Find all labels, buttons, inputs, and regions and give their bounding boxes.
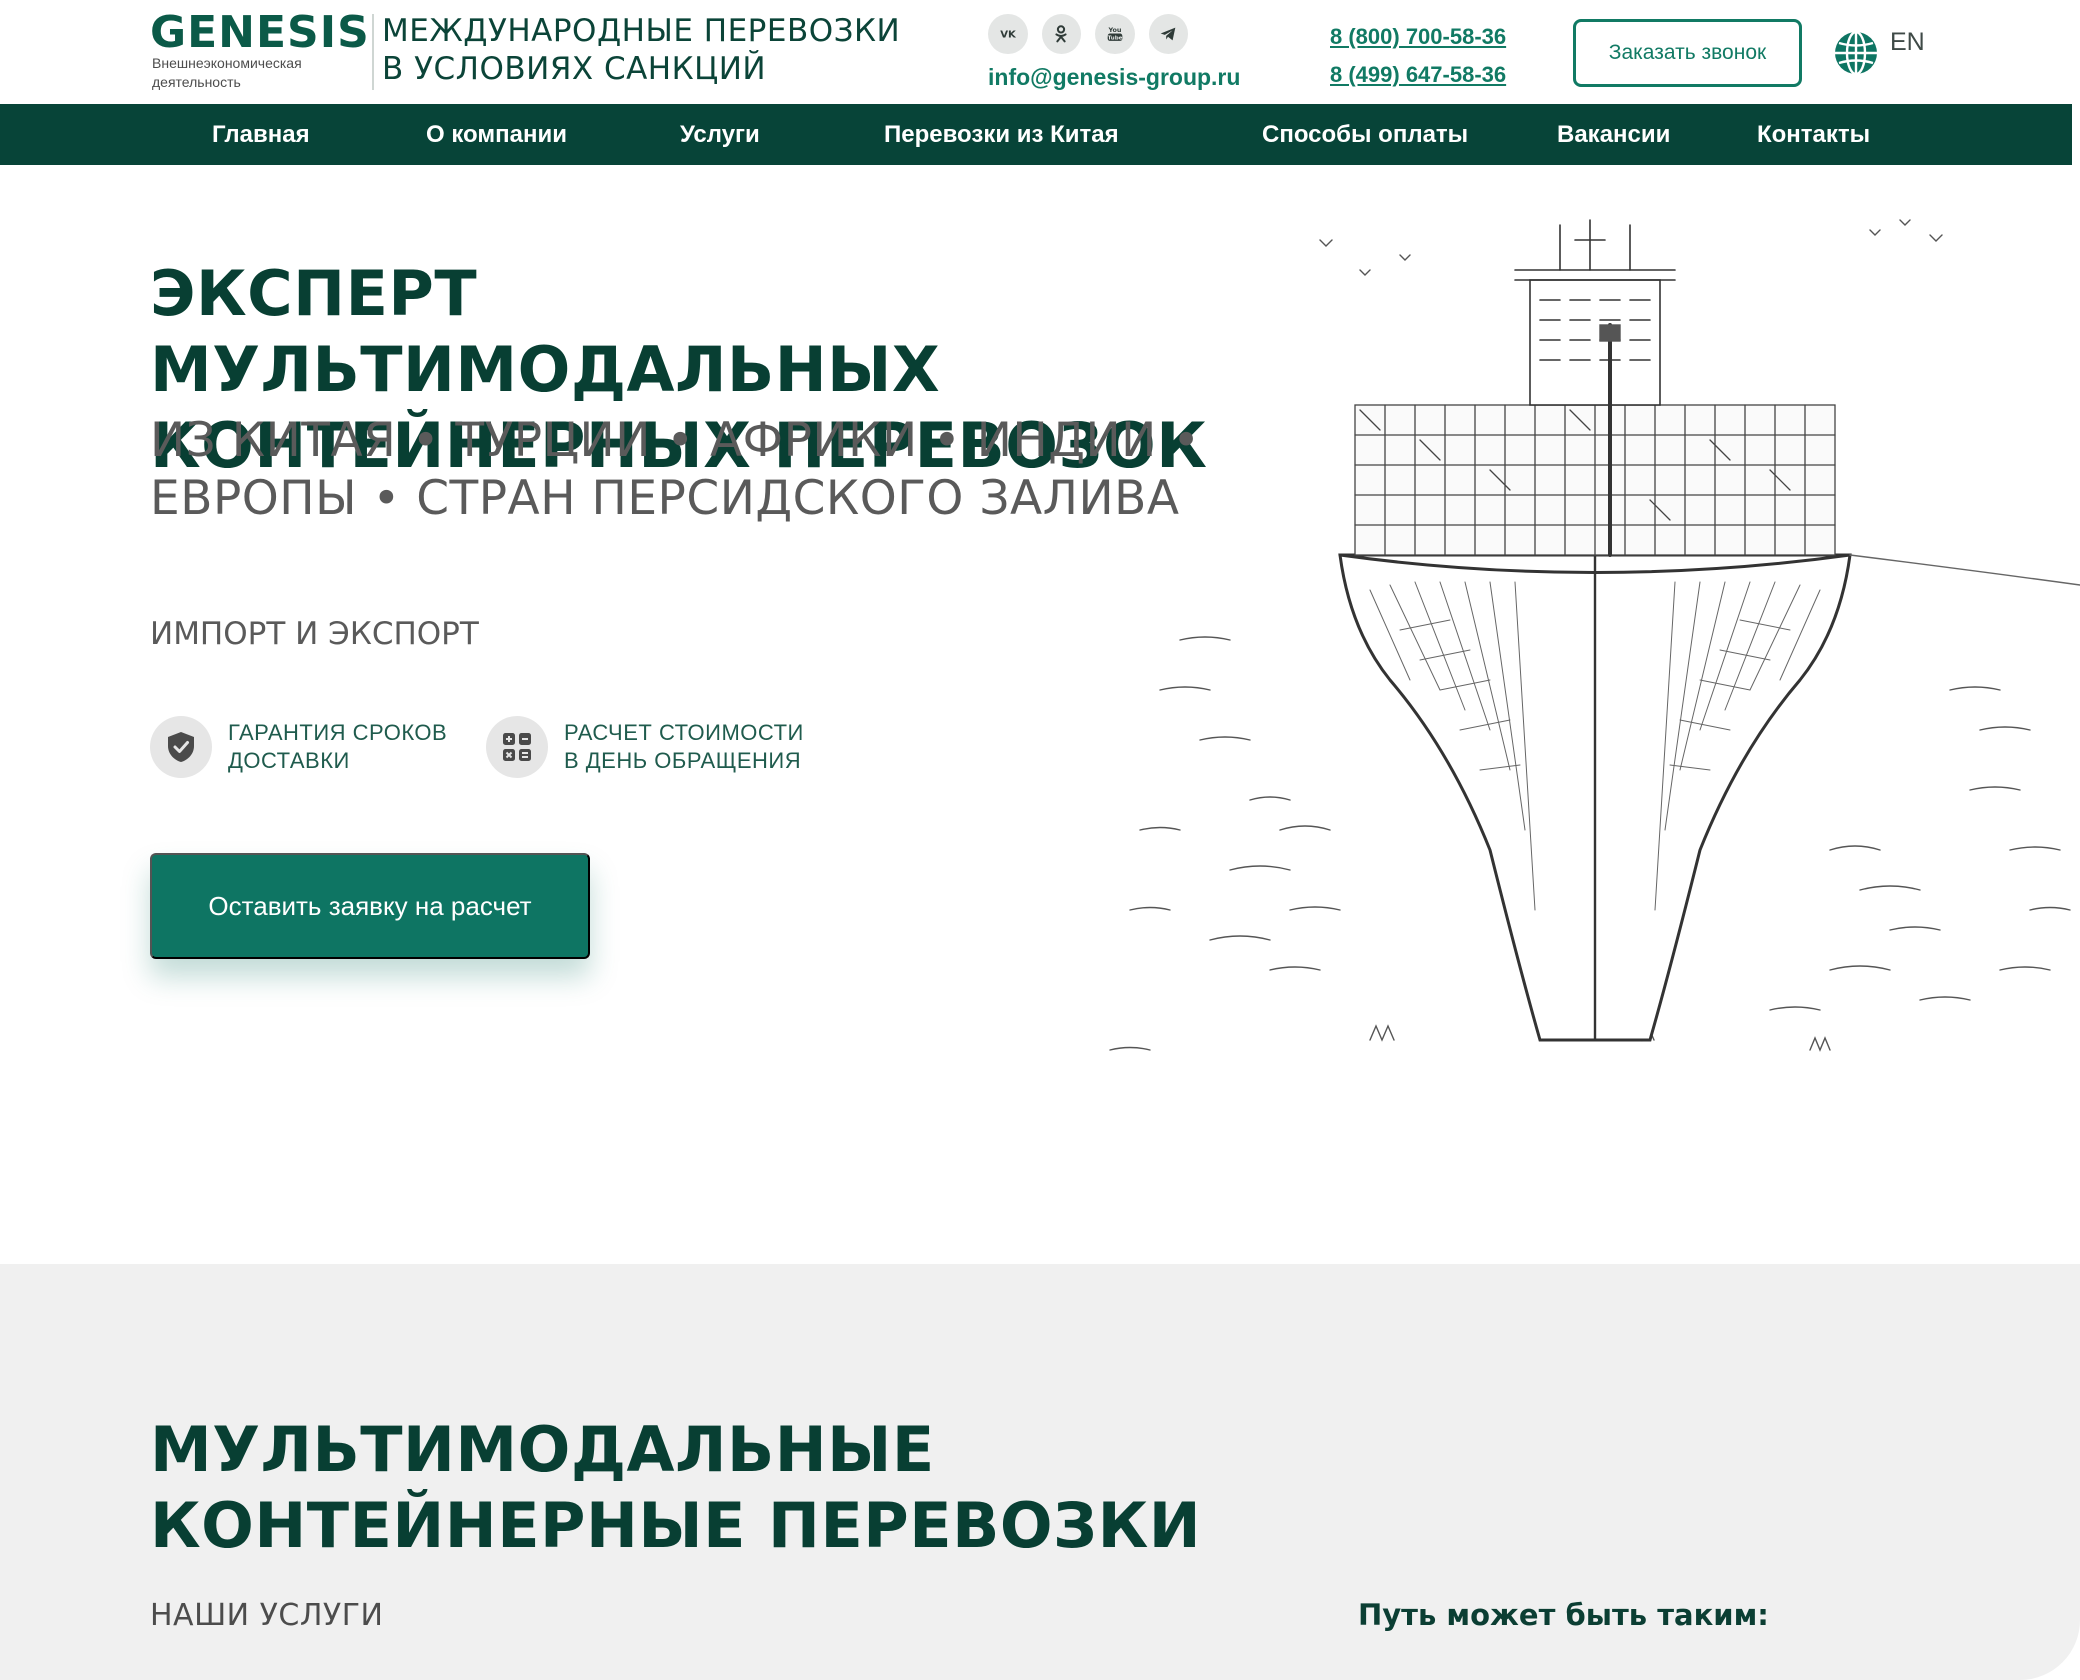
import-export-label: ИМПОРТ И ЭКСПОРТ: [150, 616, 479, 652]
email-link[interactable]: info@genesis-group.ru: [988, 64, 1240, 91]
youtube-icon[interactable]: You Tube: [1095, 14, 1135, 54]
svg-text:You: You: [1107, 26, 1121, 34]
tagline-line-1: МЕЖДУНАРОДНЫЕ ПЕРЕВОЗКИ: [382, 13, 901, 49]
feature-text-line-1: РАСЧЕТ СТОИМОСТИ: [564, 720, 804, 745]
tagline-line-2: В УСЛОВИЯХ САНКЦИЙ: [382, 51, 767, 87]
feature-text-line-2: В ДЕНЬ ОБРАЩЕНИЯ: [564, 748, 802, 773]
phone-link-1[interactable]: 8 (800) 700-58-36: [1330, 18, 1550, 56]
nav-item-contacts[interactable]: Контакты: [1757, 104, 1870, 165]
container-ship-illustration: [1109, 219, 2080, 1052]
services-title-line-2: КОНТЕЙНЕРНЫЕ ПЕРЕВОЗКИ: [150, 1489, 1202, 1562]
main-navigation: Главная О компании Услуги Перевозки из К…: [0, 104, 2072, 165]
language-label: EN: [1890, 27, 1925, 56]
services-title: МУЛЬТИМОДАЛЬНЫЕ КОНТЕЙНЕРНЫЕ ПЕРЕВОЗКИ: [150, 1412, 1350, 1564]
nav-item-about[interactable]: О компании: [426, 104, 567, 165]
site-header: GENESIS Внешнеэкономическая деятельность…: [0, 0, 2080, 104]
telegram-icon[interactable]: [1148, 14, 1188, 54]
globe-icon: [1835, 30, 1877, 76]
header-tagline: МЕЖДУНАРОДНЫЕ ПЕРЕВОЗКИ В УСЛОВИЯХ САНКЦ…: [382, 12, 942, 88]
odnoklassniki-icon[interactable]: [1041, 14, 1081, 54]
language-switch[interactable]: EN: [1832, 28, 1925, 78]
svg-text:Tube: Tube: [1107, 35, 1122, 41]
phone-link-2[interactable]: 8 (499) 647-58-36: [1330, 56, 1550, 94]
route-heading: Путь может быть таким:: [1358, 1598, 1769, 1632]
logo-wordmark: GENESIS: [150, 7, 370, 58]
feature-same-day-quote: РАСЧЕТ СТОИМОСТИ В ДЕНЬ ОБРАЩЕНИЯ: [486, 716, 804, 778]
nav-item-home[interactable]: Главная: [212, 104, 310, 165]
vk-icon[interactable]: VK: [988, 14, 1028, 54]
feature-delivery-guarantee: ГАРАНТИЯ СРОКОВ ДОСТАВКИ: [150, 716, 447, 778]
feature-text-line-1: ГАРАНТИЯ СРОКОВ: [228, 720, 448, 745]
logo[interactable]: GENESIS Внешнеэкономическая деятельность: [150, 8, 370, 94]
nav-item-vacancies[interactable]: Вакансии: [1557, 104, 1670, 165]
request-quote-button[interactable]: Оставить заявку на расчет: [150, 853, 590, 959]
svg-text:VK: VK: [1000, 30, 1017, 41]
calculator-icon: [486, 716, 548, 778]
our-services-label: НАШИ УСЛУГИ: [150, 1598, 384, 1633]
social-links: VK You Tube: [988, 14, 1188, 54]
shield-icon: [150, 716, 212, 778]
nav-item-services[interactable]: Услуги: [680, 104, 760, 165]
phone-list: 8 (800) 700-58-36 8 (499) 647-58-36: [1330, 18, 1550, 94]
services-section: МУЛЬТИМОДАЛЬНЫЕ КОНТЕЙНЕРНЫЕ ПЕРЕВОЗКИ Н…: [0, 1264, 2080, 1680]
logo-divider: [372, 14, 374, 90]
feature-text: РАСЧЕТ СТОИМОСТИ В ДЕНЬ ОБРАЩЕНИЯ: [564, 719, 804, 775]
feature-text-line-2: ДОСТАВКИ: [228, 748, 350, 773]
feature-text: ГАРАНТИЯ СРОКОВ ДОСТАВКИ: [228, 719, 447, 775]
services-title-line-1: МУЛЬТИМОДАЛЬНЫЕ: [150, 1413, 935, 1486]
logo-subtitle: Внешнеэкономическая деятельность: [152, 55, 302, 90]
order-call-button[interactable]: Заказать звонок: [1573, 19, 1802, 87]
nav-item-payment[interactable]: Способы оплаты: [1262, 104, 1468, 165]
nav-item-china-shipping[interactable]: Перевозки из Китая: [884, 104, 1119, 165]
